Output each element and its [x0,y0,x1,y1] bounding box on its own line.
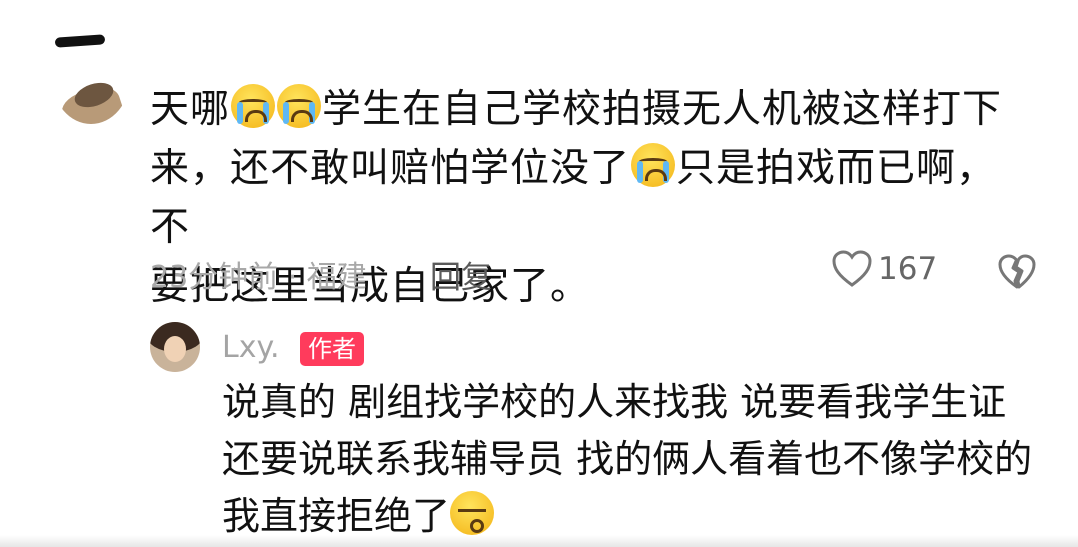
heart-icon [832,250,872,287]
crying-face-icon [231,84,276,128]
comment-time-location: 23分钟前 · 福建 [150,260,367,295]
author-badge: 作者 [300,332,364,366]
like-button[interactable]: 167 [832,250,937,288]
broken-heart-icon[interactable] [998,254,1036,290]
reply-text: 说真的 剧组找学校的人来找我 说要看我学生证 还要说联系我辅导员 找的俩人看着也… [222,374,1042,545]
next-row-edge [0,535,1078,547]
crying-face-icon [631,143,676,187]
like-count: 167 [878,251,938,287]
reply-button[interactable]: 回复 [430,252,492,297]
comment-text-part-1: 天哪 [150,87,231,132]
sighing-face-icon [450,491,495,535]
reply-username[interactable]: Lxy. [222,330,279,365]
crying-face-icon [277,84,322,128]
reply-avatar[interactable] [150,322,200,372]
reply-text-part-1: 说真的 剧组找学校的人来找我 说要看我学生证 还要说联系我辅导员 找的俩人看着也… [222,380,1033,538]
